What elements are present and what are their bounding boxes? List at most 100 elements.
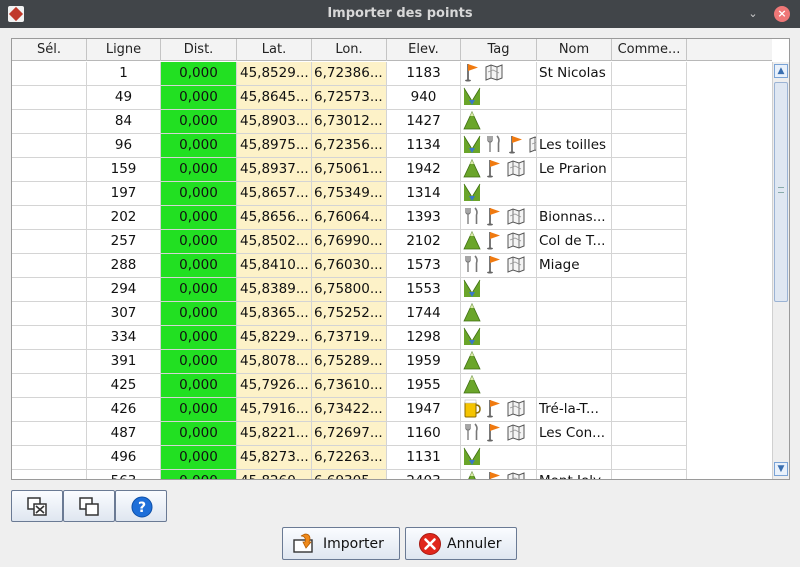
cell-lon: 6,73610... [312,374,387,398]
table-row[interactable]: 197 0,000 45,8657... 6,75349... 1314 [12,182,688,206]
table-row[interactable]: 96 0,000 45,8975... 6,72356... 1134 Les toill… [12,134,688,158]
cell-nom: Les Con... [537,422,612,446]
table-row[interactable]: 288 0,000 45,8410... 6,76030... 1573 Miage [12,254,688,278]
cell-ligne: 334 [87,326,161,350]
cell-sel[interactable] [12,134,87,158]
cell-commentaire [612,62,687,86]
cell-commentaire [612,350,687,374]
cell-elev: 1959 [387,350,461,374]
scroll-thumb[interactable] [774,82,788,302]
cell-nom: Col de T... [537,230,612,254]
table-row[interactable]: 49 0,000 45,8645... 6,72573... 940 [12,86,688,110]
cell-nom: Les toilles [537,134,612,158]
cell-sel[interactable] [12,302,87,326]
cell-lat: 45,7926... [237,374,312,398]
cell-commentaire [612,134,687,158]
select-all-icon [79,497,99,516]
flag-icon [485,208,507,226]
cell-tag [461,302,537,326]
summit-icon [463,351,485,370]
cell-sel[interactable] [12,110,87,134]
column-header-lon[interactable]: Lon. [312,39,387,61]
column-header-elev[interactable]: Elev. [387,39,461,61]
cell-sel[interactable] [12,422,87,446]
table-row[interactable]: 202 0,000 45,8656... 6,76064... 1393 Bionnas.… [12,206,688,230]
cell-sel[interactable] [12,62,87,86]
table-row[interactable]: 159 0,000 45,8937... 6,75061... 1942 Le Prari… [12,158,688,182]
cell-sel[interactable] [12,206,87,230]
table-row[interactable]: 1 0,000 45,8529... 6,72386... 1183 St Nicolas [12,62,688,86]
scroll-down-icon[interactable]: ▼ [774,462,788,476]
table-row[interactable]: 496 0,000 45,8273... 6,72263... 1131 [12,446,688,470]
cell-nom: Le Prarion [537,158,612,182]
column-header-tag[interactable]: Tag [461,39,537,61]
table-row[interactable]: 294 0,000 45,8389... 6,75800... 1553 [12,278,688,302]
column-header-commentaire[interactable]: Comme... [612,39,687,61]
column-header-ligne[interactable]: Ligne [87,39,161,61]
table-row[interactable]: 334 0,000 45,8229... 6,73719... 1298 [12,326,688,350]
cell-dist: 0,000 [161,470,237,479]
column-header-lat[interactable]: Lat. [237,39,312,61]
map-icon [507,472,529,479]
cell-sel[interactable] [12,230,87,254]
help-button[interactable]: ? [115,490,167,522]
cell-lat: 45,8229... [237,326,312,350]
import-button[interactable]: Importer [282,527,400,560]
cell-dist: 0,000 [161,398,237,422]
cancel-label: Annuler [447,536,502,552]
table-row[interactable]: 391 0,000 45,8078... 6,75289... 1959 [12,350,688,374]
table-row[interactable]: 5630,00045,8260...6,69305...2403 Mont Jol… [12,470,688,479]
table-row[interactable]: 425 0,000 45,7926... 6,73610... 1955 [12,374,688,398]
flag-icon [485,424,507,442]
map-icon [507,160,529,177]
cell-lon: 6,75349... [312,182,387,206]
scroll-up-icon[interactable]: ▲ [774,64,788,78]
cell-dist: 0,000 [161,230,237,254]
cell-tag [461,350,537,374]
cell-sel[interactable] [12,398,87,422]
cell-commentaire [612,110,687,134]
valley-icon [463,135,485,153]
deselect-all-button[interactable] [11,490,63,522]
cell-ligne: 294 [87,278,161,302]
cell-commentaire [612,182,687,206]
cell-commentaire [612,158,687,182]
flag-icon [507,136,529,154]
cell-dist: 0,000 [161,62,237,86]
cell-lon: 6,75800... [312,278,387,302]
cell-tag [461,110,537,134]
table-row[interactable]: 487 0,000 45,8221... 6,72697... 1160 Les Con.… [12,422,688,446]
table-row[interactable]: 307 0,000 45,8365... 6,75252... 1744 [12,302,688,326]
cell-sel[interactable] [12,182,87,206]
table-row[interactable]: 84 0,000 45,8903... 6,73012... 1427 [12,110,688,134]
cell-lon: 6,76030... [312,254,387,278]
cell-commentaire [612,326,687,350]
column-header-sel[interactable]: Sél. [12,39,87,61]
restore-icon[interactable]: ⌄ [746,7,760,21]
cell-sel[interactable] [12,278,87,302]
cell-sel[interactable] [12,326,87,350]
table-row[interactable]: 257 0,000 45,8502... 6,76990... 2102 Col de T… [12,230,688,254]
cell-sel[interactable] [12,254,87,278]
column-header-nom[interactable]: Nom [537,39,612,61]
cell-nom: Bionnas... [537,206,612,230]
vertical-scrollbar[interactable]: ▲ ▼ [772,62,789,479]
cell-sel[interactable] [12,86,87,110]
cell-sel[interactable] [12,470,87,479]
cell-sel[interactable] [12,374,87,398]
cell-tag [461,182,537,206]
cell-elev: 1298 [387,326,461,350]
cell-sel[interactable] [12,446,87,470]
column-header-dist[interactable]: Dist. [161,39,237,61]
cell-sel[interactable] [12,158,87,182]
cancel-button[interactable]: Annuler [405,527,517,560]
cell-lon: 6,75061... [312,158,387,182]
cell-sel[interactable] [12,350,87,374]
table-row[interactable]: 426 0,000 45,7916... 6,73422... 1947 Tré-la-T… [12,398,688,422]
cell-elev: 1393 [387,206,461,230]
close-icon[interactable]: × [774,6,790,22]
summit-icon [463,111,485,130]
select-all-button[interactable] [63,490,115,522]
cell-elev: 1744 [387,302,461,326]
map-icon [507,232,529,249]
